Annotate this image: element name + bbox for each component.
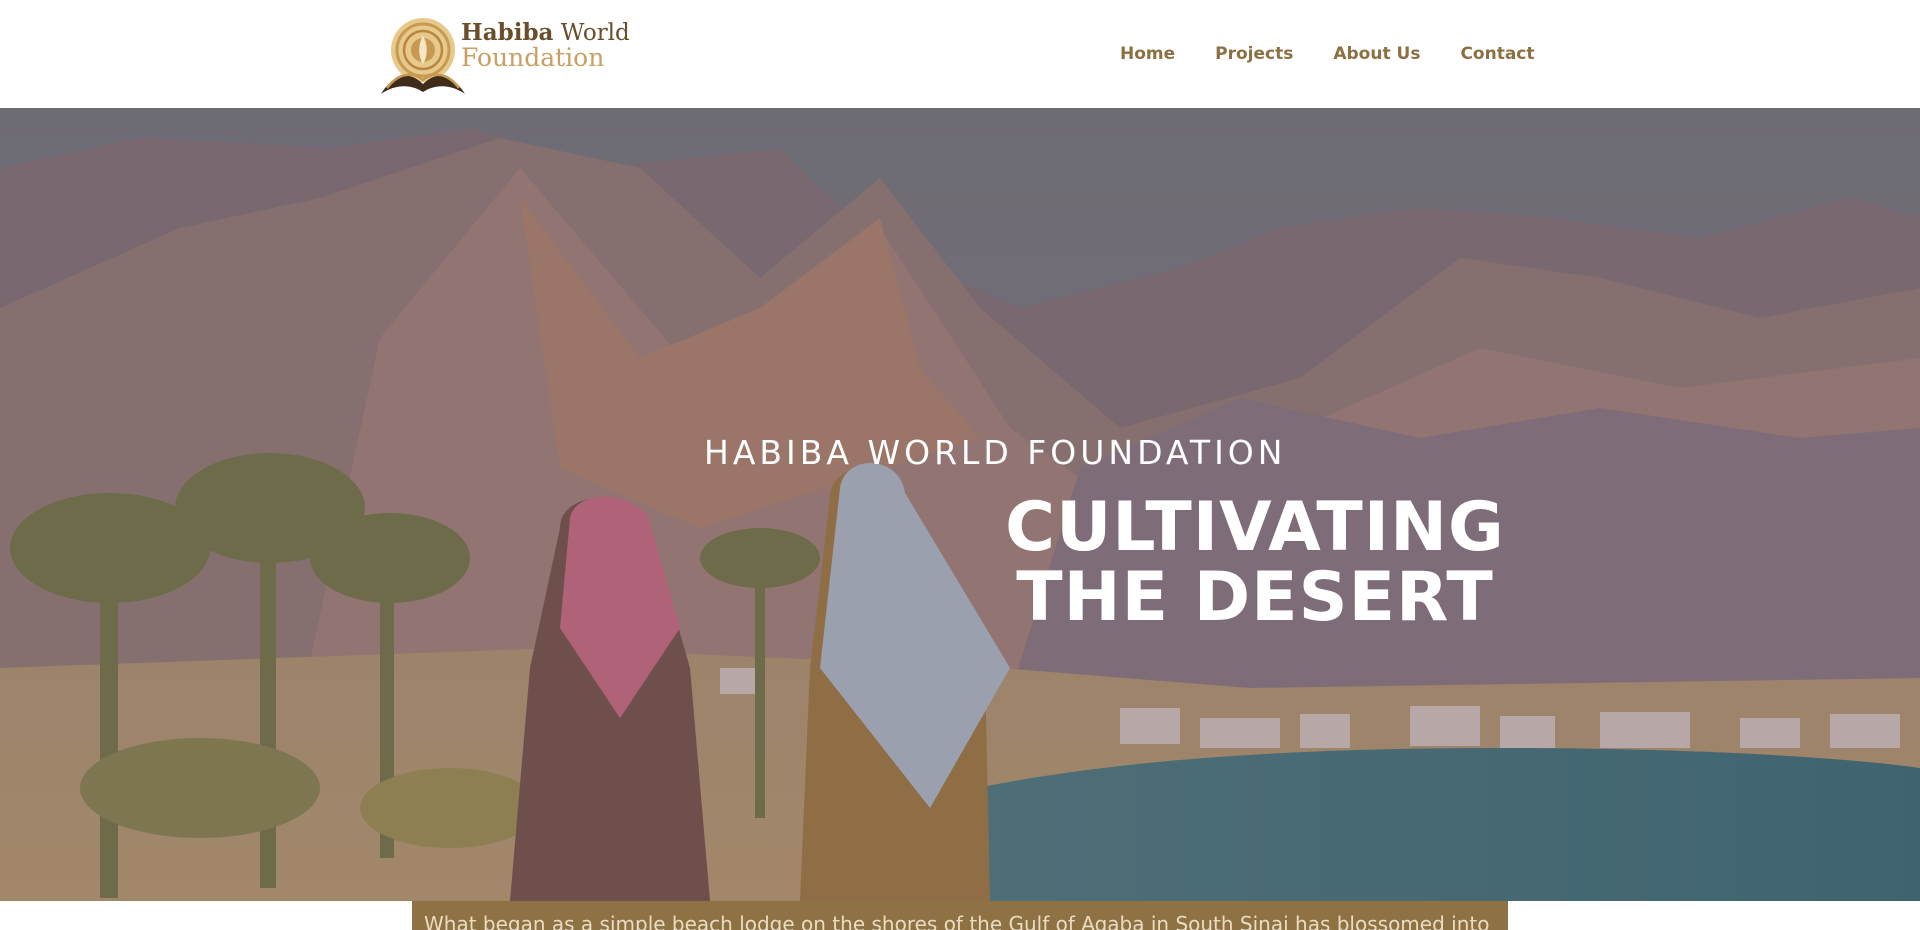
hero-section: HABIBA WORLD FOUNDATION CULTIVATING THE …: [0, 108, 1920, 901]
main-nav: Home Projects About Us Contact: [1100, 0, 1555, 108]
hero-kicker: HABIBA WORLD FOUNDATION: [704, 433, 1287, 472]
lotus-emblem-icon: [381, 18, 465, 94]
hero-background-painting: [0, 108, 1920, 901]
hero-title-line1: CULTIVATING: [1005, 488, 1505, 567]
site-logo[interactable]: Habiba World Foundation: [373, 12, 630, 98]
logo-wordmark-line2: Foundation: [461, 43, 605, 72]
nav-item-about-us[interactable]: About Us: [1313, 0, 1440, 108]
nav-item-home[interactable]: Home: [1100, 0, 1195, 108]
hero-title-line2: THE DESERT: [1016, 558, 1494, 637]
hero-title: CULTIVATING THE DESERT: [1005, 493, 1505, 633]
site-header: Habiba World Foundation Home Projects Ab…: [0, 0, 1920, 108]
intro-text: What began as a simple beach lodge on th…: [424, 912, 1490, 930]
nav-item-projects[interactable]: Projects: [1195, 0, 1313, 108]
page: Habiba World Foundation Home Projects Ab…: [0, 0, 1920, 930]
nav-item-contact[interactable]: Contact: [1440, 0, 1554, 108]
intro-band: What began as a simple beach lodge on th…: [412, 901, 1508, 930]
